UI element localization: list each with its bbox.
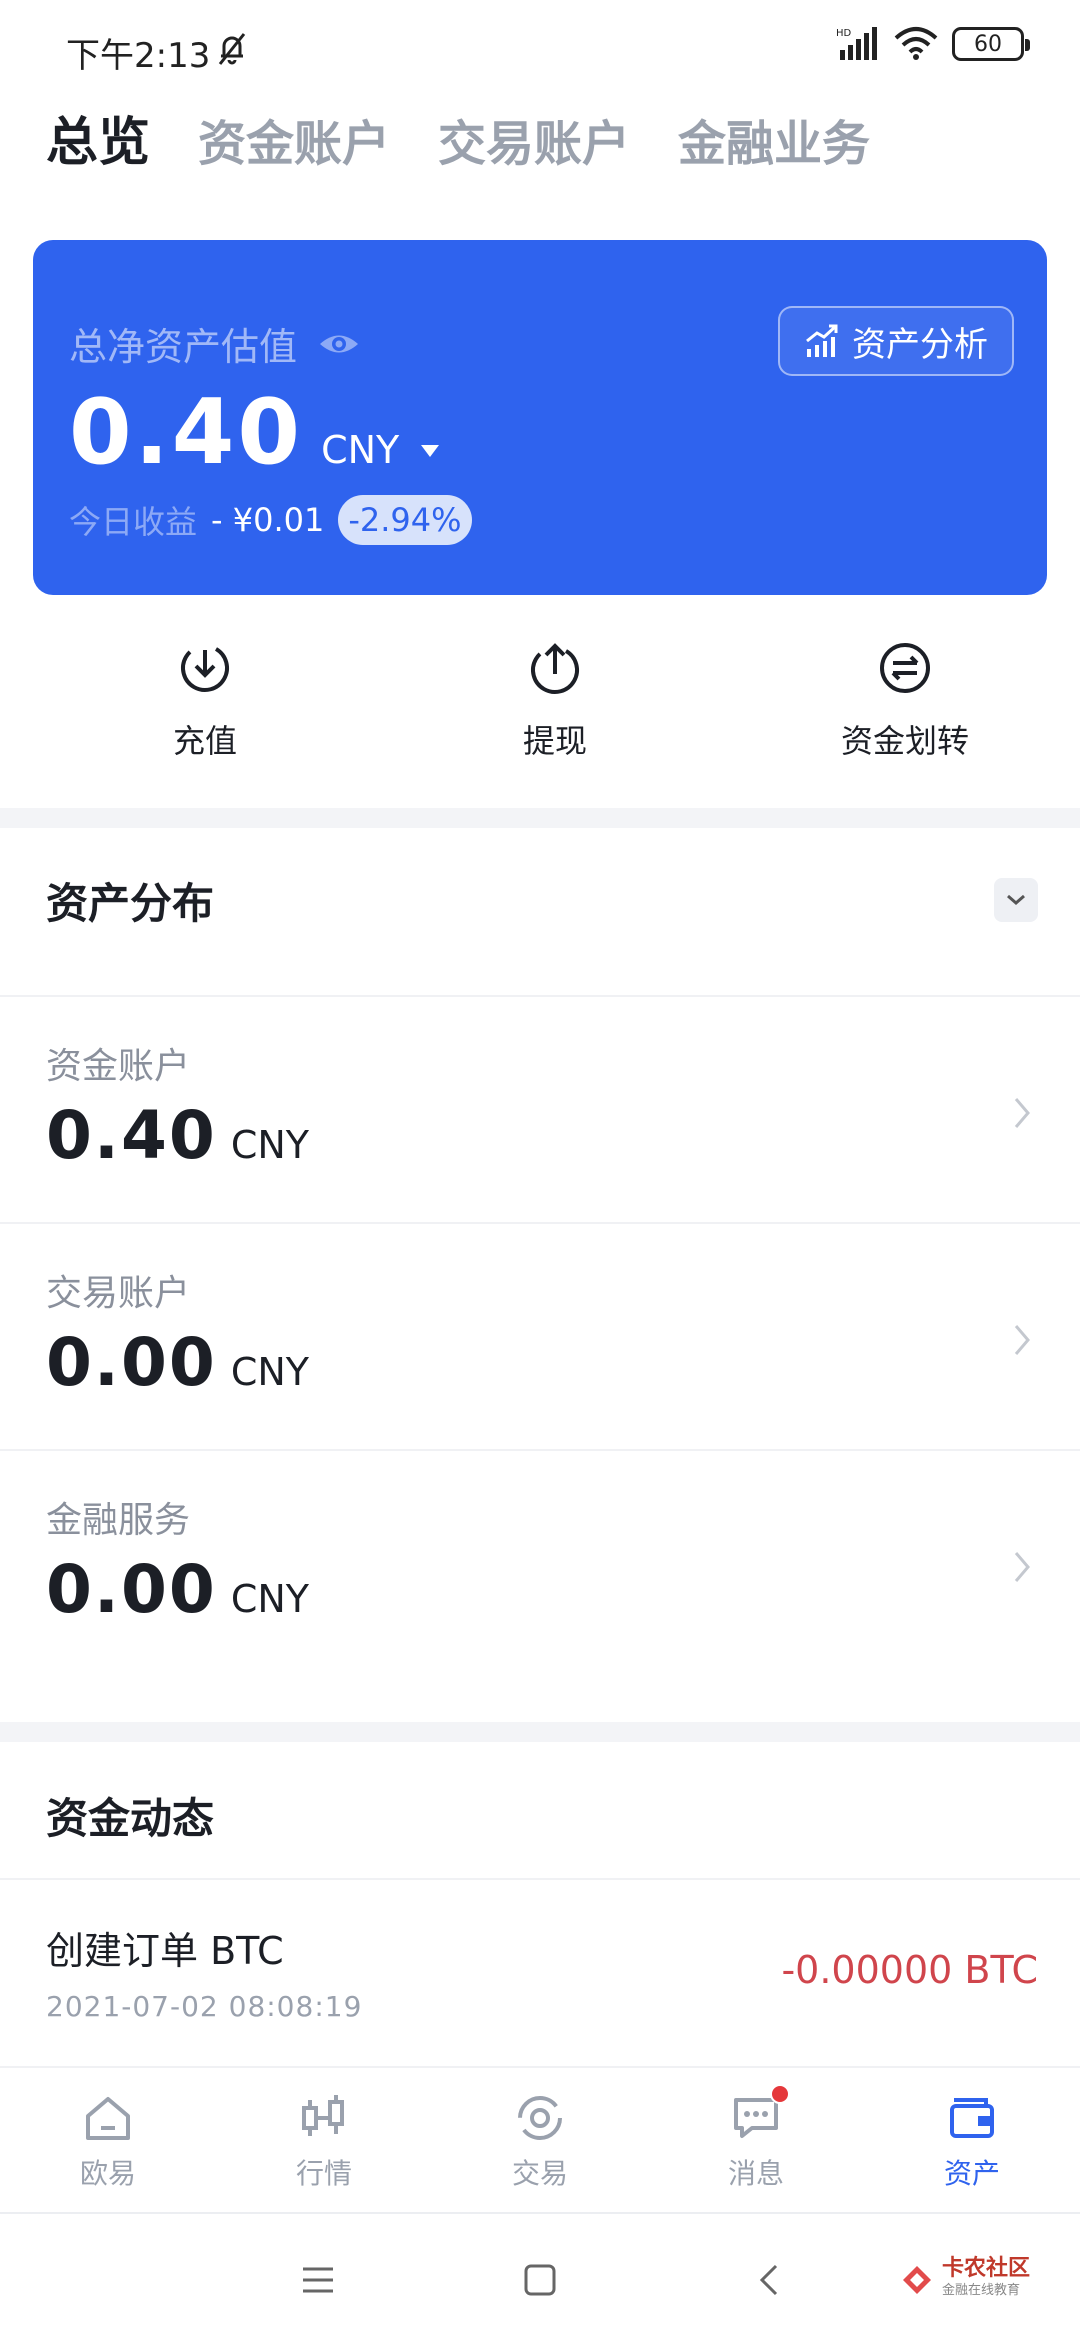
account-currency: CNY bbox=[230, 1350, 310, 1394]
withdraw-icon bbox=[531, 643, 579, 694]
tab-trading-account[interactable]: 交易账户 bbox=[438, 104, 630, 174]
account-amount: 0.00 bbox=[46, 1551, 217, 1628]
chevron-right-icon bbox=[1014, 1098, 1030, 1128]
nav-home-label: 欧易 bbox=[79, 2157, 136, 2190]
chevron-right-icon bbox=[1014, 1552, 1030, 1582]
account-value: 0.00 CNY bbox=[46, 1324, 309, 1401]
account-currency: CNY bbox=[230, 1123, 310, 1167]
battery-indicator: 60 bbox=[952, 27, 1030, 61]
trade-icon bbox=[518, 2096, 562, 2140]
transfer-label: 资金划转 bbox=[840, 722, 969, 760]
transfer-icon bbox=[880, 643, 930, 693]
asset-distribution-title: 资产分布 bbox=[46, 879, 215, 928]
chevron-right-icon bbox=[1014, 1325, 1030, 1355]
mute-bell-icon bbox=[218, 33, 246, 65]
asset-analysis-button[interactable]: 资产分析 bbox=[778, 306, 1014, 376]
net-asset-value: 0.40 bbox=[69, 380, 304, 485]
tab-funding-account[interactable]: 资金账户 bbox=[198, 104, 390, 174]
today-pnl-amount: - ¥0.01 bbox=[211, 501, 325, 539]
activity-title: 创建订单 BTC bbox=[46, 1929, 284, 1973]
watermark-logo: 卡农社区 金融在线教育 bbox=[900, 2258, 1030, 2302]
nav-messages-label: 消息 bbox=[727, 2157, 784, 2190]
tab-overview[interactable]: 总览 bbox=[46, 100, 150, 175]
nav-trade-label: 交易 bbox=[511, 2157, 568, 2190]
watermark-name: 卡农社区 bbox=[941, 2256, 1030, 2281]
bottom-nav: 欧易 行情 交易 消息 资产 bbox=[0, 2066, 1080, 2212]
account-amount: 0.40 bbox=[46, 1097, 217, 1174]
today-pnl-label: 今日收益 bbox=[69, 503, 198, 541]
top-tabs: 总览 资金账户 交易账户 金融业务 bbox=[46, 100, 870, 175]
nav-assets-label: 资产 bbox=[943, 2157, 1000, 2190]
wallet-icon bbox=[950, 2098, 994, 2138]
account-currency: CNY bbox=[230, 1577, 310, 1621]
asset-summary-card: 总净资产估值 资产分析 0.40 CNY 今日收益 - ¥0.01 -2.94% bbox=[33, 240, 1047, 595]
account-name: 交易账户 bbox=[46, 1273, 191, 1314]
section-divider bbox=[0, 1722, 1080, 1742]
svg-text:HD: HD bbox=[836, 28, 852, 39]
wifi-icon bbox=[894, 27, 938, 60]
deposit-icon bbox=[181, 644, 229, 692]
candlestick-icon bbox=[302, 2095, 344, 2136]
nav-trade[interactable]: 交易 bbox=[432, 2068, 648, 2212]
nav-messages[interactable]: 消息 bbox=[648, 2068, 864, 2212]
withdraw-label: 提现 bbox=[522, 722, 587, 760]
tab-financial-business[interactable]: 金融业务 bbox=[678, 104, 870, 174]
today-pnl-row: 今日收益 - ¥0.01 -2.94% bbox=[69, 495, 472, 545]
deposit-label: 充值 bbox=[172, 722, 237, 760]
trend-chart-icon bbox=[806, 324, 838, 357]
status-bar: 下午2:13 HD 60 bbox=[0, 0, 1080, 90]
signal-icon: HD bbox=[836, 27, 877, 60]
nav-market-label: 行情 bbox=[295, 2157, 352, 2190]
nav-market[interactable]: 行情 bbox=[216, 2068, 432, 2212]
account-row-financial[interactable]: 金融服务 0.00 CNY bbox=[0, 1451, 1080, 1677]
account-name: 金融服务 bbox=[46, 1500, 191, 1541]
account-row-trading[interactable]: 交易账户 0.00 CNY bbox=[0, 1224, 1080, 1450]
activity-amount: -0.00000 BTC bbox=[781, 1948, 1038, 1992]
activity-item[interactable]: 创建订单 BTC 2021-07-02 08:08:19 -0.00000 BT… bbox=[0, 1880, 1080, 2060]
chevron-down-icon bbox=[1007, 894, 1025, 905]
nav-home[interactable]: 欧易 bbox=[0, 2068, 216, 2212]
watermark-tagline: 金融在线教育 bbox=[941, 2283, 1020, 2298]
home-square-icon[interactable] bbox=[522, 2262, 558, 2298]
caret-down-icon[interactable] bbox=[421, 445, 440, 457]
transfer-button[interactable]: 资金划转 bbox=[730, 640, 1080, 780]
fund-activity-title: 资金动态 bbox=[46, 1794, 215, 1843]
account-row-funding[interactable]: 资金账户 0.40 CNY bbox=[0, 997, 1080, 1223]
menu-icon[interactable] bbox=[300, 2262, 336, 2298]
section-divider bbox=[0, 808, 1080, 828]
battery-level: 60 bbox=[974, 31, 1002, 57]
account-value: 0.40 CNY bbox=[46, 1097, 309, 1174]
net-asset-label-row: 总净资产估值 bbox=[69, 316, 361, 371]
deposit-button[interactable]: 充值 bbox=[30, 640, 380, 780]
back-icon[interactable] bbox=[752, 2262, 788, 2298]
collapse-button[interactable] bbox=[994, 878, 1038, 922]
eye-icon[interactable] bbox=[317, 322, 361, 366]
net-asset-label: 总净资产估值 bbox=[69, 325, 298, 369]
system-nav-bar: 卡农社区 金融在线教育 bbox=[0, 2212, 1080, 2340]
status-time: 下午2:13 bbox=[66, 36, 211, 76]
quick-actions: 充值 提现 资金划转 bbox=[0, 640, 1080, 780]
asset-analysis-label: 资产分析 bbox=[852, 324, 988, 365]
home-icon bbox=[86, 2097, 130, 2140]
nav-assets[interactable]: 资产 bbox=[864, 2068, 1080, 2212]
watermark-icon bbox=[902, 2266, 931, 2294]
unread-dot bbox=[770, 2084, 790, 2104]
today-pnl-percent-badge: -2.94% bbox=[338, 495, 472, 545]
activity-time: 2021-07-02 08:08:19 bbox=[46, 1990, 363, 2023]
currency-selector[interactable]: CNY bbox=[321, 428, 399, 472]
account-value: 0.00 CNY bbox=[46, 1551, 309, 1628]
withdraw-button[interactable]: 提现 bbox=[380, 640, 730, 780]
account-name: 资金账户 bbox=[46, 1046, 191, 1087]
net-asset-value-row: 0.40 CNY bbox=[69, 380, 440, 485]
status-icons: HD 60 bbox=[836, 26, 1030, 62]
account-amount: 0.00 bbox=[46, 1324, 217, 1401]
